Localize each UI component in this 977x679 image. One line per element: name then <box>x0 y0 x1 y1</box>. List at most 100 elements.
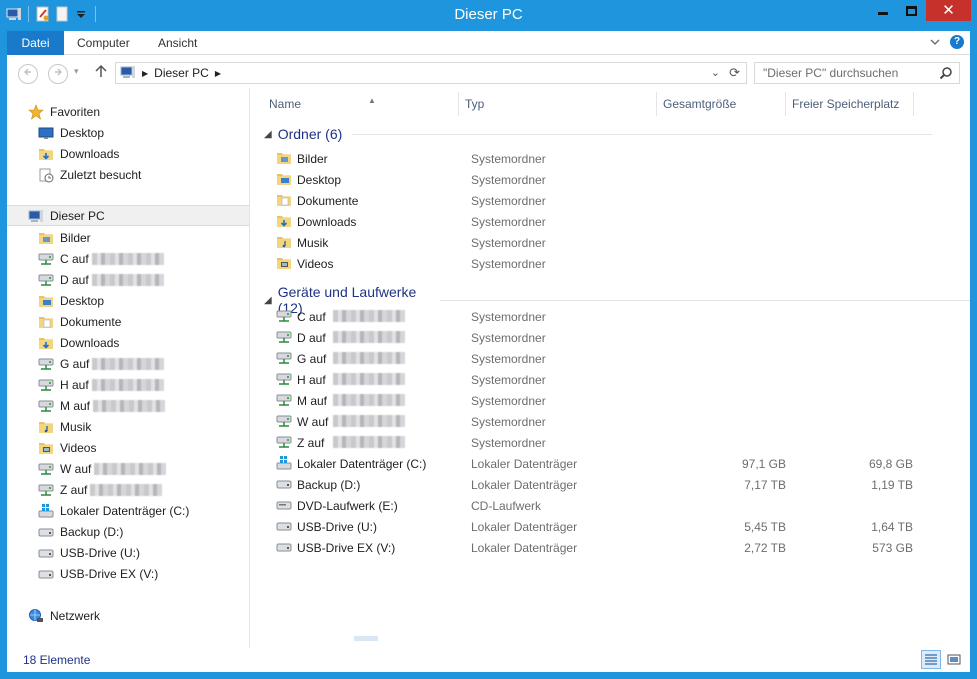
row-name: Lokaler Datenträger (C:) <box>297 457 427 471</box>
forward-button[interactable] <box>48 64 68 84</box>
search-icon[interactable] <box>939 66 953 83</box>
tab-datei[interactable]: Datei <box>7 31 64 55</box>
collapse-group-icon[interactable]: ◢ <box>264 295 272 306</box>
row-name: USB-Drive EX (V:) <box>297 541 396 555</box>
drive-icon <box>38 545 54 561</box>
collapse-group-icon[interactable]: ◢ <box>264 129 272 140</box>
maximize-button[interactable] <box>898 0 925 21</box>
nav-item-desktop[interactable]: Desktop <box>7 290 249 311</box>
back-arrow-icon <box>24 68 31 76</box>
sort-ascending-icon: ▲ <box>368 96 376 105</box>
back-button[interactable] <box>18 64 38 84</box>
file-list: ▲ Name Typ Gesamtgröße Freier Speicherpl… <box>251 88 970 648</box>
row-name: USB-Drive (U:) <box>297 520 377 534</box>
table-row[interactable]: DVD-Laufwerk (E:) CD-Laufwerk <box>266 495 916 516</box>
tab-ansicht[interactable]: Ansicht <box>158 31 197 55</box>
table-row[interactable]: H auf Systemordner <box>266 369 916 390</box>
table-row[interactable]: Musik Systemordner <box>266 232 916 253</box>
table-row[interactable]: Desktop Systemordner <box>266 169 916 190</box>
row-type: Systemordner <box>471 436 546 450</box>
row-type: Systemordner <box>471 236 546 250</box>
videos-folder-icon <box>38 440 54 456</box>
network-drive-icon <box>276 434 292 450</box>
address-bar[interactable]: ▶ Dieser PC ▶ ⌄ ⟳ <box>115 62 747 84</box>
help-icon[interactable]: ? <box>950 35 964 49</box>
large-icons-view-button[interactable] <box>944 650 964 669</box>
expand-ribbon-icon[interactable] <box>930 35 940 49</box>
details-view-button[interactable] <box>921 650 941 669</box>
horizontal-scroll-thumb[interactable] <box>354 636 378 641</box>
nav-item-g-auf[interactable]: G auf <box>7 353 249 374</box>
breadcrumb-dieser-pc[interactable]: Dieser PC <box>154 66 209 80</box>
table-row[interactable]: G auf Systemordner <box>266 348 916 369</box>
search-input[interactable] <box>755 63 930 83</box>
table-row[interactable]: M auf Systemordner <box>266 390 916 411</box>
table-row[interactable]: USB-Drive (U:) Lokaler Datenträger 5,45 TB… <box>266 516 916 537</box>
column-header-type[interactable]: Typ <box>459 92 657 116</box>
nav-item-desktop[interactable]: Desktop <box>7 122 249 143</box>
column-header-name[interactable]: ▲ Name <box>263 92 459 116</box>
nav-network[interactable]: Netzwerk <box>7 605 249 626</box>
column-header-total-size[interactable]: Gesamtgröße <box>657 92 786 116</box>
row-name: Dokumente <box>297 194 359 208</box>
table-row[interactable]: Bilder Systemordner <box>266 148 916 169</box>
drive-icon <box>38 524 54 540</box>
refresh-icon[interactable]: ⟳ <box>729 65 740 81</box>
breadcrumb-separator[interactable]: ▶ <box>215 69 221 78</box>
network-drive-icon <box>276 392 292 408</box>
nav-item-dokumente[interactable]: Dokumente <box>7 311 249 332</box>
nav-item-bilder[interactable]: Bilder <box>7 227 249 248</box>
nav-item-musik[interactable]: Musik <box>7 416 249 437</box>
nav-item-d-auf[interactable]: D auf <box>7 269 249 290</box>
nav-item-w-auf[interactable]: W auf <box>7 458 249 479</box>
tab-computer[interactable]: Computer <box>77 31 130 55</box>
nav-item-c-auf[interactable]: C auf <box>7 248 249 269</box>
documents-folder-icon <box>38 314 54 330</box>
nav-item-usb-drive-ex-v[interactable]: USB-Drive EX (V:) <box>7 563 249 584</box>
nav-item-downloads[interactable]: Downloads <box>7 143 249 164</box>
nav-item-h-auf[interactable]: H auf <box>7 374 249 395</box>
table-row[interactable]: Backup (D:) Lokaler Datenträger 7,17 TB 1,1… <box>266 474 916 495</box>
table-row[interactable]: Z auf Systemordner <box>266 432 916 453</box>
nav-item-label: Z auf <box>60 482 88 497</box>
table-row[interactable]: W auf Systemordner <box>266 411 916 432</box>
table-row[interactable]: D auf Systemordner <box>266 327 916 348</box>
nav-item-zuletzt-besucht[interactable]: Zuletzt besucht <box>7 164 249 185</box>
table-row[interactable]: Dokumente Systemordner <box>266 190 916 211</box>
group-header[interactable]: ◢ Ordner (6) <box>264 126 933 142</box>
nav-item-m-auf[interactable]: M auf <box>7 395 249 416</box>
group-divider <box>352 133 933 135</box>
up-button[interactable] <box>95 64 107 82</box>
table-row[interactable]: Downloads Systemordner <box>266 211 916 232</box>
nav-item-lokaler-datenträger-c[interactable]: Lokaler Datenträger (C:) <box>7 500 249 521</box>
nav-item-usb-drive-u[interactable]: USB-Drive (U:) <box>7 542 249 563</box>
maximize-icon <box>906 5 917 16</box>
downloads-folder-icon <box>38 335 54 351</box>
close-button[interactable]: ✕ <box>926 0 971 21</box>
nav-item-label: USB-Drive (U:) <box>60 545 140 560</box>
row-type: Lokaler Datenträger <box>471 457 578 471</box>
nav-item-downloads[interactable]: Downloads <box>7 332 249 353</box>
row-name: Z auf <box>297 436 325 450</box>
breadcrumb-separator[interactable]: ▶ <box>142 69 148 78</box>
address-history-dropdown[interactable]: ⌄ <box>711 66 720 79</box>
nav-item-backup-d[interactable]: Backup (D:) <box>7 521 249 542</box>
column-header-free-space[interactable]: Freier Speicherplatz <box>786 92 914 116</box>
table-row[interactable]: Lokaler Datenträger (C:) Lokaler Datenträ… <box>266 453 916 474</box>
star-icon <box>28 103 44 120</box>
table-row[interactable]: USB-Drive EX (V:) Lokaler Datenträger 2,72… <box>266 537 916 558</box>
title-bar[interactable]: Dieser PC ✕ <box>0 0 977 31</box>
nav-favorites[interactable]: Favoriten <box>7 101 249 122</box>
downloads-folder-icon <box>38 146 54 162</box>
recent-places-icon <box>38 167 54 183</box>
nav-this-pc[interactable]: Dieser PC <box>7 205 249 226</box>
row-type: Systemordner <box>471 415 546 429</box>
close-icon: ✕ <box>942 2 955 19</box>
table-row[interactable]: Videos Systemordner <box>266 253 916 274</box>
recent-locations-icon[interactable]: ▾ <box>74 66 79 77</box>
table-row[interactable]: C auf Systemordner <box>266 306 916 327</box>
minimize-button[interactable] <box>868 0 897 21</box>
nav-item-videos[interactable]: Videos <box>7 437 249 458</box>
nav-item-z-auf[interactable]: Z auf <box>7 479 249 500</box>
row-type: Systemordner <box>471 152 546 166</box>
